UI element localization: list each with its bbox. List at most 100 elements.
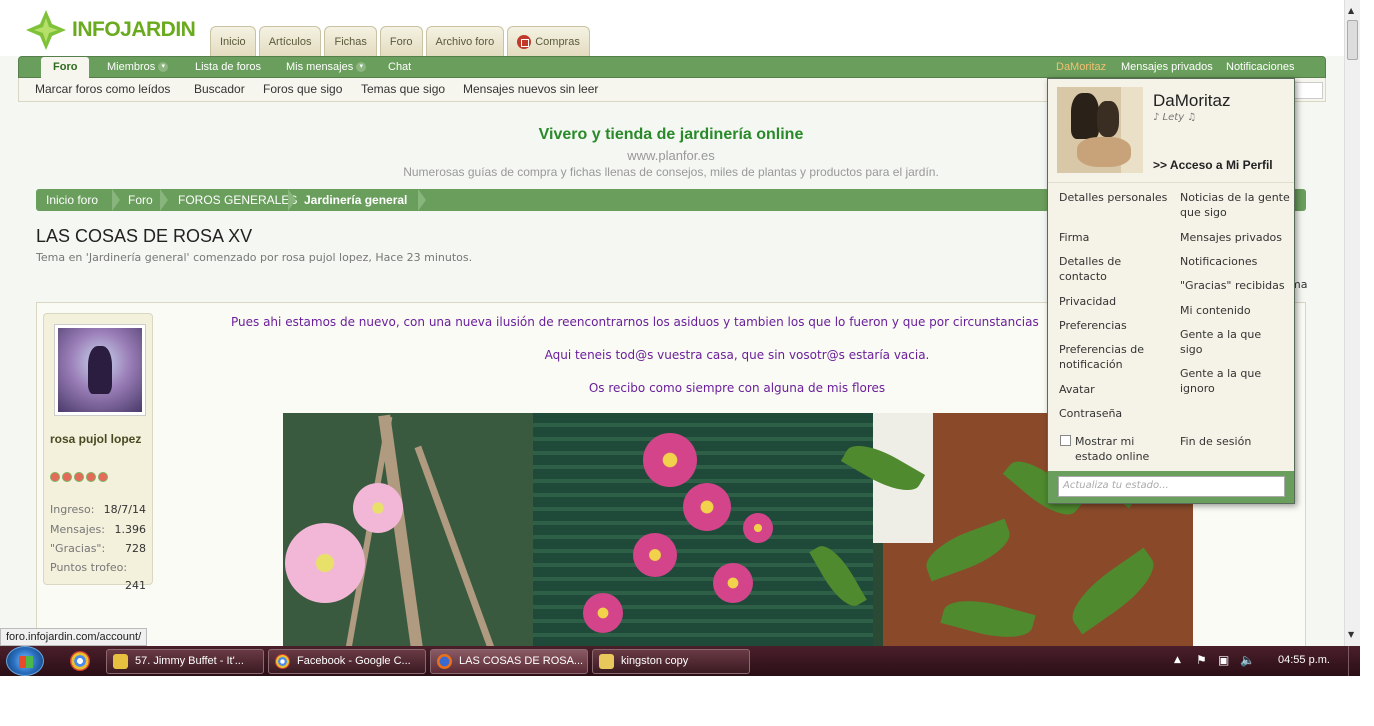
stat-value-ingreso: 18/7/14 bbox=[103, 503, 146, 516]
status-bar-url: foro.infojardin.com/account/ bbox=[0, 628, 148, 646]
breadcrumb-inicio-foro[interactable]: Inicio foro bbox=[46, 189, 98, 211]
scroll-down-icon[interactable]: ▼ bbox=[1348, 630, 1354, 639]
stat-value-mensajes: 1.396 bbox=[114, 523, 147, 536]
taskbar-btn-facebook[interactable]: Facebook - Google C... bbox=[268, 649, 426, 674]
post-line-2: Aqui teneis tod@s vuestra casa, que sin … bbox=[544, 348, 930, 362]
site-logo[interactable]: INFOJARDIN bbox=[24, 8, 196, 52]
breadcrumb-foro[interactable]: Foro bbox=[128, 189, 153, 211]
account-dropdown: DaMoritaz ♪ Lety ♫ >> Acceso a Mi Perfil… bbox=[1047, 78, 1295, 504]
action-center-icon[interactable]: ⚑ bbox=[1196, 653, 1207, 667]
rank-star-icon bbox=[98, 472, 108, 482]
nav-label: Lista de foros bbox=[195, 61, 262, 73]
dropdown-divider bbox=[1048, 182, 1294, 183]
tab-articulos[interactable]: Artículos bbox=[258, 26, 322, 56]
page-title: LAS COSAS DE ROSA XV bbox=[36, 226, 253, 246]
menu-avatar[interactable]: Avatar bbox=[1059, 382, 1169, 397]
chevron-down-icon: ▾ bbox=[356, 62, 367, 73]
breadcrumb-foros-generales[interactable]: FOROS GENERALES bbox=[178, 189, 297, 211]
rank-star-icon bbox=[62, 472, 72, 482]
online-status-toggle[interactable]: Mostrar mi estado online bbox=[1060, 434, 1165, 464]
breadcrumb-separator bbox=[160, 189, 168, 211]
online-checkbox[interactable] bbox=[1060, 435, 1071, 446]
network-icon[interactable]: ▣ bbox=[1218, 653, 1229, 667]
post-author-name[interactable]: rosa pujol lopez bbox=[50, 432, 150, 446]
menu-mi-contenido[interactable]: Mi contenido bbox=[1180, 303, 1290, 318]
folder-icon bbox=[599, 654, 614, 669]
breadcrumb-jardineria-general[interactable]: Jardinería general bbox=[304, 189, 407, 211]
system-tray: ▲ ⚑ ▣ 🔈 bbox=[1170, 646, 1360, 676]
nav-notificaciones[interactable]: Notificaciones bbox=[1226, 57, 1294, 79]
account-avatar[interactable] bbox=[1057, 87, 1143, 173]
menu-noticias[interactable]: Noticias de la gente que sigo bbox=[1180, 190, 1290, 220]
subnav-temas-sigo[interactable]: Temas que sigo bbox=[361, 82, 445, 96]
menu-contrasena[interactable]: Contraseña bbox=[1059, 406, 1169, 421]
breadcrumb-separator bbox=[288, 189, 296, 211]
nav-label: Foro bbox=[53, 61, 78, 73]
status-update-input[interactable]: Actualiza tu estado... bbox=[1058, 476, 1285, 497]
logo-leaf-icon bbox=[26, 10, 66, 50]
tab-inicio[interactable]: Inicio bbox=[210, 26, 256, 56]
subnav-foros-sigo[interactable]: Foros que sigo bbox=[263, 82, 342, 96]
nav-chat[interactable]: Chat bbox=[388, 57, 411, 79]
tab-archivo-foro[interactable]: Archivo foro bbox=[425, 26, 505, 56]
chrome-pinned-icon[interactable] bbox=[70, 651, 90, 671]
photo-flower bbox=[643, 433, 697, 487]
menu-detalles-personales[interactable]: Detalles personales bbox=[1059, 190, 1169, 205]
taskbar: 57. Jimmy Buffet - It'... Facebook - Goo… bbox=[0, 646, 1360, 676]
menu-gente-sigo[interactable]: Gente a la que sigo bbox=[1180, 327, 1280, 357]
site-header: INFOJARDIN Inicio Artículos Fichas Foro … bbox=[0, 0, 1344, 56]
media-player-icon bbox=[113, 654, 128, 669]
taskbar-btn-label: kingston copy bbox=[621, 655, 689, 667]
menu-preferencias[interactable]: Preferencias bbox=[1059, 318, 1169, 333]
nav-label: Miembros bbox=[107, 61, 156, 73]
tab-compras[interactable]: Compras bbox=[507, 26, 590, 56]
subnav-nuevos[interactable]: Mensajes nuevos sin leer bbox=[463, 82, 598, 96]
subnav-buscador[interactable]: Buscador bbox=[194, 82, 245, 96]
main-navbar: Foro Miembros ▾ Lista de foros Mis mensaj… bbox=[18, 56, 1326, 81]
taskbar-btn-music[interactable]: 57. Jimmy Buffet - It'... bbox=[106, 649, 264, 674]
menu-detalles-contacto[interactable]: Detalles de contacto bbox=[1059, 254, 1169, 284]
menu-notificaciones[interactable]: Notificaciones bbox=[1180, 254, 1290, 269]
avatar-image bbox=[58, 328, 142, 412]
menu-mensajes-privados[interactable]: Mensajes privados bbox=[1180, 230, 1290, 245]
taskbar-btn-folder[interactable]: kingston copy bbox=[592, 649, 750, 674]
account-name[interactable]: DaMoritaz bbox=[1153, 91, 1230, 111]
menu-gente-ignoro[interactable]: Gente a la que ignoro bbox=[1180, 366, 1280, 396]
scroll-up-icon[interactable]: ▲ bbox=[1348, 6, 1354, 15]
avatar[interactable] bbox=[54, 324, 146, 416]
subnav-marcar[interactable]: Marcar foros como leídos bbox=[35, 82, 170, 96]
nav-lista-foros[interactable]: Lista de foros bbox=[195, 57, 261, 79]
tab-foro[interactable]: Foro bbox=[379, 26, 423, 56]
tab-label: Archivo foro bbox=[435, 35, 495, 48]
nav-miembros[interactable]: Miembros ▾ bbox=[107, 57, 169, 79]
nav-user[interactable]: DaMoritaz bbox=[1056, 57, 1106, 79]
photo-flower bbox=[353, 483, 403, 533]
start-button[interactable] bbox=[6, 646, 44, 676]
taskbar-btn-firefox[interactable]: LAS COSAS DE ROSA... bbox=[430, 649, 588, 674]
avatar-dog bbox=[1071, 93, 1099, 139]
nav-mensajes-privados[interactable]: Mensajes privados bbox=[1121, 57, 1213, 79]
clock[interactable]: 04:55 p.m. bbox=[1278, 654, 1330, 666]
nav-mis-mensajes[interactable]: Mis mensajes ▾ bbox=[286, 57, 367, 79]
nav-label: Chat bbox=[388, 61, 412, 73]
menu-privacidad[interactable]: Privacidad bbox=[1059, 294, 1169, 309]
thread-meta: Tema en 'Jardinería general' comenzado p… bbox=[36, 251, 473, 264]
profile-link[interactable]: >> Acceso a Mi Perfil bbox=[1153, 158, 1273, 172]
nav-label: DaMoritaz bbox=[1056, 61, 1107, 73]
post-line-3: Os recibo como siempre con alguna de mis… bbox=[588, 381, 886, 395]
scrollbar-thumb[interactable] bbox=[1347, 20, 1358, 60]
browser-window: INFOJARDIN Inicio Artículos Fichas Foro … bbox=[0, 0, 1374, 726]
tab-fichas[interactable]: Fichas bbox=[324, 26, 377, 56]
menu-firma[interactable]: Firma bbox=[1059, 230, 1169, 245]
tray-expand-icon[interactable]: ▲ bbox=[1174, 655, 1181, 665]
firefox-icon bbox=[437, 654, 452, 669]
stat-value-gracias: 728 bbox=[125, 542, 146, 555]
volume-icon[interactable]: 🔈 bbox=[1240, 653, 1255, 667]
logout-link[interactable]: Fin de sesión bbox=[1180, 434, 1290, 449]
stat-label-ingreso: Ingreso: bbox=[50, 503, 95, 516]
menu-gracias-recibidas[interactable]: "Gracias" recibidas bbox=[1180, 278, 1294, 293]
menu-preferencias-notificacion[interactable]: Preferencias de notificación bbox=[1059, 342, 1169, 372]
vertical-scrollbar[interactable]: ▲ ▼ bbox=[1344, 0, 1360, 646]
chrome-icon bbox=[275, 654, 290, 669]
show-desktop-button[interactable] bbox=[1348, 646, 1360, 676]
